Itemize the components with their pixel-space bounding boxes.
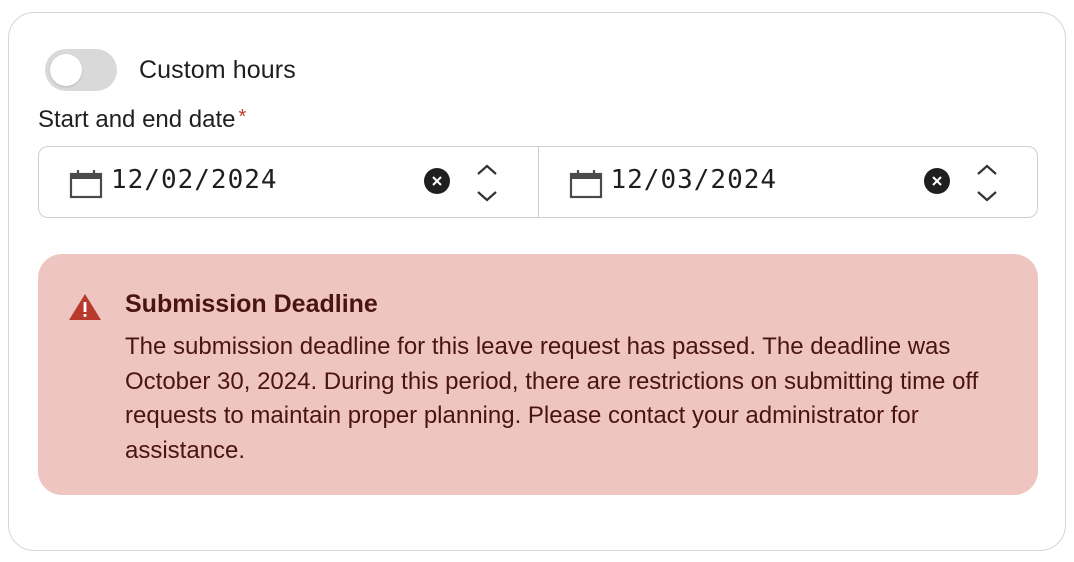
end-date-field — [537, 147, 1038, 217]
custom-hours-label: Custom hours — [139, 55, 296, 84]
end-date-input[interactable] — [610, 165, 911, 195]
date-range-label-text: Start and end date — [38, 106, 236, 133]
start-date-field — [39, 147, 538, 217]
date-range-picker — [38, 146, 1038, 218]
start-date-input[interactable] — [111, 165, 411, 195]
leave-request-card: Custom hours Start and end date * 12/02/… — [8, 12, 1066, 551]
toggle-knob — [50, 54, 82, 86]
submission-deadline-alert: Submission Deadline The submission deadl… — [38, 254, 1038, 495]
chevron-up-down-icon[interactable] — [473, 161, 501, 205]
chevron-up-down-icon[interactable] — [973, 161, 1001, 205]
clear-end-date-button[interactable] — [923, 168, 950, 194]
alert-title: Submission Deadline — [125, 290, 378, 318]
required-indicator: * — [238, 106, 247, 128]
close-icon — [931, 176, 942, 186]
custom-hours-row: Custom hours — [45, 49, 296, 91]
clear-start-date-button[interactable] — [424, 168, 450, 194]
warning-icon — [69, 294, 101, 320]
custom-hours-toggle[interactable] — [45, 49, 117, 91]
alert-message: The submission deadline for this leave r… — [125, 333, 979, 464]
close-icon — [432, 176, 442, 186]
calendar-icon[interactable] — [569, 169, 603, 199]
calendar-icon[interactable] — [69, 169, 103, 199]
date-range-label: Start and end date * — [38, 106, 246, 134]
